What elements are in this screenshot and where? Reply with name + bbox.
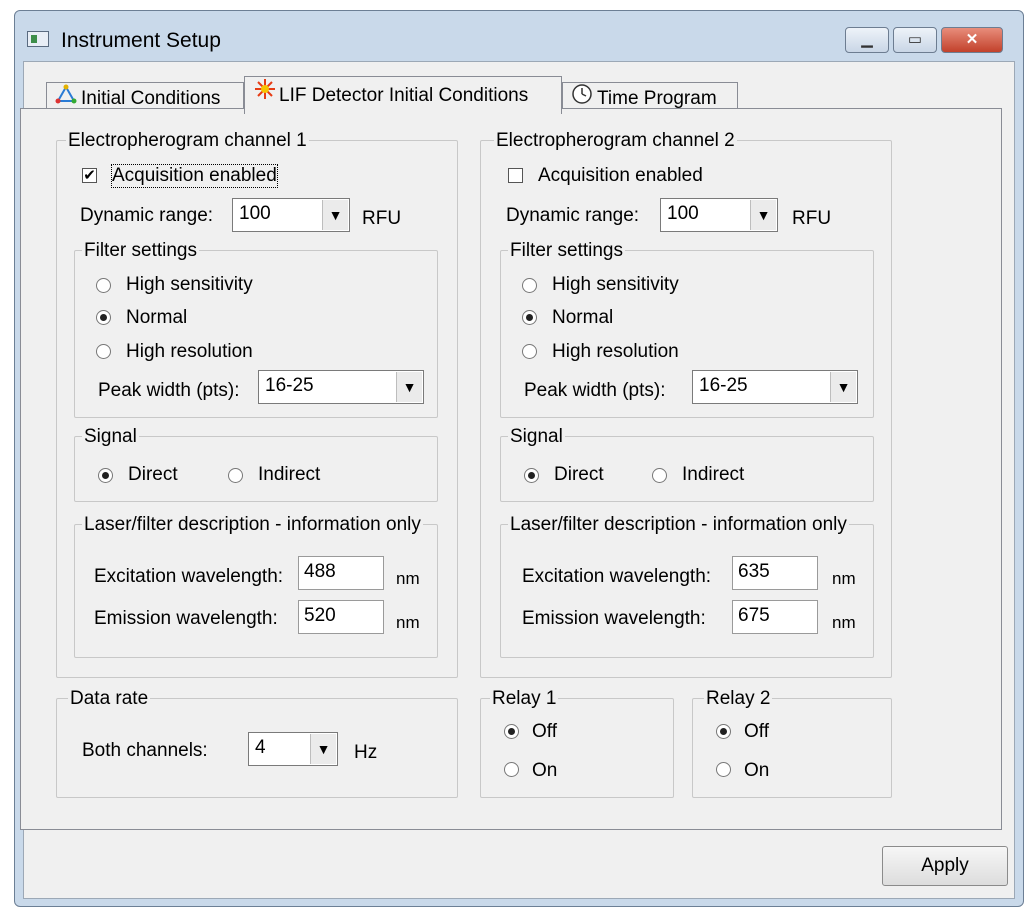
channel2-excitation-input[interactable]: 635 (732, 556, 818, 590)
relay1-off-label: Off (532, 721, 557, 742)
channel1-peak-width-label: Peak width (pts): (98, 380, 240, 401)
channel1-title: Electropherogram channel 1 (66, 130, 309, 152)
channel1-laser-title: Laser/filter description - information o… (82, 514, 423, 536)
apply-button[interactable]: Apply (882, 846, 1008, 886)
channel1-acquisition-checkbox[interactable]: ✔ (82, 168, 97, 183)
data-rate-unit: Hz (354, 742, 378, 763)
channel2-excitation-label: Excitation wavelength: (522, 566, 712, 587)
channel1-signal-direct-radio[interactable] (98, 468, 113, 483)
channel2-signal-indirect-radio[interactable] (652, 468, 667, 483)
window-title: Instrument Setup (61, 29, 221, 52)
input-value: 520 (304, 605, 336, 626)
channel2-signal-title: Signal (508, 426, 565, 448)
channel2-acquisition-label[interactable]: Acquisition enabled (538, 165, 703, 187)
select-value: 100 (239, 203, 271, 224)
channel2-peak-width-label: Peak width (pts): (524, 380, 666, 401)
input-value: 675 (738, 605, 770, 626)
channel2-peak-width-select[interactable]: 16-25 ▼ (692, 370, 858, 404)
title-bar[interactable]: Instrument Setup ▁ ▭ ✕ (15, 11, 1023, 67)
channel1-signal-direct-label: Direct (128, 464, 178, 485)
channel2-dynamic-range-select[interactable]: 100 ▼ (660, 198, 778, 232)
channel2-filter-high-resolution-label: High resolution (552, 341, 679, 362)
relay2-group (692, 698, 892, 798)
input-value: 488 (304, 561, 336, 582)
tab-label: LIF Detector Initial Conditions (279, 85, 529, 107)
chevron-down-icon[interactable]: ▼ (310, 734, 336, 764)
channel1-dynamic-range-select[interactable]: 100 ▼ (232, 198, 350, 232)
channel2-filter-high-sensitivity-label: High sensitivity (552, 274, 679, 295)
data-rate-select[interactable]: 4 ▼ (248, 732, 338, 766)
channel2-laser-title: Laser/filter description - information o… (508, 514, 849, 536)
input-value: 635 (738, 561, 770, 582)
channel1-emission-unit: nm (396, 613, 420, 632)
channel2-emission-unit: nm (832, 613, 856, 632)
channel1-dynamic-range-label: Dynamic range: (80, 205, 214, 226)
channel2-filter-normal-radio[interactable] (522, 310, 537, 325)
chevron-down-icon[interactable]: ▼ (396, 372, 422, 402)
select-value: 4 (255, 737, 266, 758)
chevron-down-icon[interactable]: ▼ (830, 372, 856, 402)
tab-label: Initial Conditions (81, 88, 221, 110)
channel2-acquisition-checkbox[interactable] (508, 168, 523, 183)
channel2-filter-high-resolution-radio[interactable] (522, 344, 537, 359)
channel2-rfu-unit: RFU (792, 208, 832, 229)
relay2-off-label: Off (744, 721, 769, 742)
channel2-excitation-unit: nm (832, 569, 856, 588)
relay2-on-radio[interactable] (716, 762, 731, 777)
channel1-signal-indirect-radio[interactable] (228, 468, 243, 483)
data-rate-label: Both channels: (82, 740, 208, 761)
channel2-signal-direct-radio[interactable] (524, 468, 539, 483)
check-mark-icon: ✔ (83, 167, 96, 184)
select-value: 16-25 (699, 375, 748, 396)
tab-label: Time Program (597, 88, 717, 110)
channel1-signal-indirect-label: Indirect (258, 464, 321, 485)
tab-lif-detector-initial-conditions[interactable]: LIF Detector Initial Conditions (244, 76, 562, 114)
relay1-group (480, 698, 674, 798)
minimize-button[interactable]: ▁ (845, 27, 889, 53)
channel1-rfu-unit: RFU (362, 208, 402, 229)
relay1-on-radio[interactable] (504, 762, 519, 777)
maximize-button[interactable]: ▭ (893, 27, 937, 53)
channel2-filter-title: Filter settings (508, 240, 625, 262)
relay2-off-radio[interactable] (716, 724, 731, 739)
channel2-emission-input[interactable]: 675 (732, 600, 818, 634)
channel1-filter-high-resolution-radio[interactable] (96, 344, 111, 359)
channel1-filter-title: Filter settings (82, 240, 199, 262)
data-rate-title: Data rate (68, 688, 151, 710)
app-icon (27, 31, 49, 47)
channel1-filter-normal-label: Normal (126, 307, 188, 328)
channel1-filter-high-sensitivity-label: High sensitivity (126, 274, 253, 295)
relay2-on-label: On (744, 760, 770, 781)
laser-icon (253, 77, 279, 115)
channel2-signal-direct-label: Direct (554, 464, 604, 485)
channel1-emission-input[interactable]: 520 (298, 600, 384, 634)
channel1-excitation-input[interactable]: 488 (298, 556, 384, 590)
channel2-emission-label: Emission wavelength: (522, 608, 706, 629)
channel1-filter-normal-radio[interactable] (96, 310, 111, 325)
close-button[interactable]: ✕ (941, 27, 1003, 53)
chevron-down-icon[interactable]: ▼ (322, 200, 348, 230)
channel1-signal-title: Signal (82, 426, 139, 448)
channel1-filter-high-sensitivity-radio[interactable] (96, 278, 111, 293)
channel1-peak-width-select[interactable]: 16-25 ▼ (258, 370, 424, 404)
channel1-acquisition-label[interactable]: Acquisition enabled (111, 164, 278, 188)
channel2-dynamic-range-label: Dynamic range: (506, 205, 640, 226)
channel1-filter-high-resolution-label: High resolution (126, 341, 253, 362)
channel2-laser-group (500, 524, 874, 658)
channel2-signal-indirect-label: Indirect (682, 464, 745, 485)
relay2-title: Relay 2 (704, 688, 773, 710)
select-value: 100 (667, 203, 699, 224)
chevron-down-icon[interactable]: ▼ (750, 200, 776, 230)
channel2-filter-high-sensitivity-radio[interactable] (522, 278, 537, 293)
channel1-laser-group (74, 524, 438, 658)
channel2-title: Electropherogram channel 2 (494, 130, 737, 152)
channel1-excitation-label: Excitation wavelength: (94, 566, 284, 587)
channel2-filter-normal-label: Normal (552, 307, 614, 328)
channel1-excitation-unit: nm (396, 569, 420, 588)
channel1-emission-label: Emission wavelength: (94, 608, 278, 629)
relay1-on-label: On (532, 760, 558, 781)
relay1-off-radio[interactable] (504, 724, 519, 739)
select-value: 16-25 (265, 375, 314, 396)
relay1-title: Relay 1 (490, 688, 559, 710)
